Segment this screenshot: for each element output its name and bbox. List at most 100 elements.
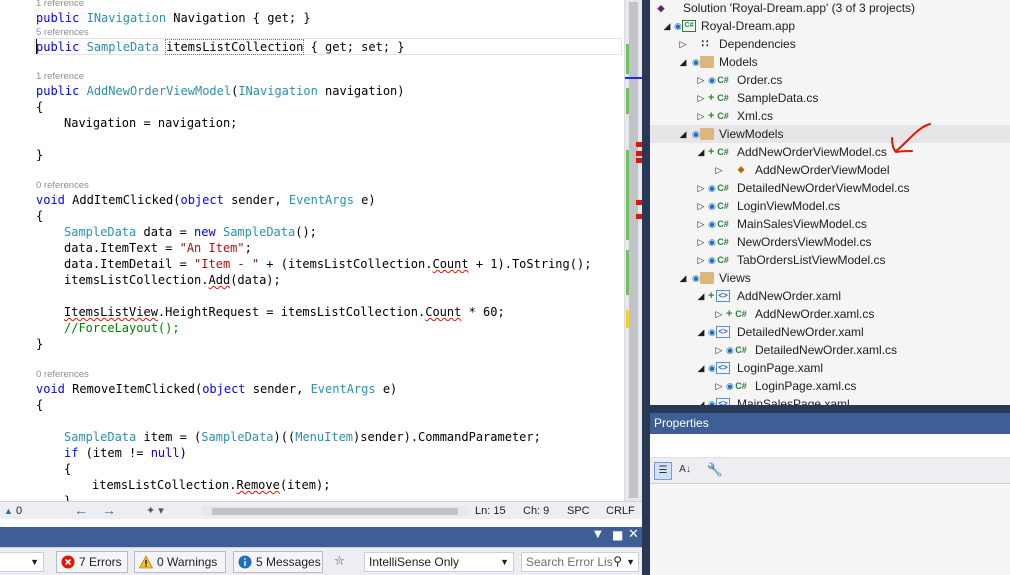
tree-item-file[interactable]: ▷ ◉ C# DetailedNewOrder.xaml.cs [650, 341, 1010, 359]
lock-icon: ◉ [708, 399, 716, 405]
expand-triangle-icon[interactable]: ▷ [696, 71, 706, 89]
annotation-arrow-icon [891, 123, 931, 154]
code-line: public AddNewOrderViewModel(INavigation … [36, 84, 405, 98]
csharp-file-icon: C# [717, 219, 729, 229]
errors-filter-button[interactable]: 7 Errors [56, 551, 128, 573]
codelens-references[interactable]: 0 references [36, 180, 89, 192]
scrollbar-thumb[interactable] [212, 508, 458, 515]
tree-item-file[interactable]: ◢ ◉ <> MainSalesPage.xaml [650, 395, 1010, 405]
brush-icon[interactable]: ✦ ▾ [146, 504, 164, 518]
issues-indicator[interactable]: ▲ 0 [4, 504, 22, 518]
search-error-list-input[interactable]: Search Error Lis ⚲ ▼ [521, 552, 639, 572]
collapse-triangle-icon[interactable]: ◢ [696, 359, 706, 377]
navigate-forward-icon[interactable]: → [102, 503, 116, 518]
tree-item-folder-views[interactable]: ◢ ◉ Views [650, 269, 1010, 287]
collapse-triangle-icon[interactable]: ◢ [696, 143, 706, 161]
tree-item-file[interactable]: ▷ ◉ C# MainSalesViewModel.cs [650, 215, 1010, 233]
expand-triangle-icon[interactable]: ▷ [696, 107, 706, 125]
csharp-project-icon: C# [682, 20, 696, 32]
code-line: { [64, 462, 72, 476]
codelens-references[interactable]: 5 references [36, 27, 89, 39]
codelens-references[interactable]: 1 reference [36, 71, 84, 83]
filter-icon[interactable]: ✮ [334, 554, 345, 569]
editor-horizontal-scrollbar[interactable] [202, 506, 468, 516]
csharp-file-icon: C# [735, 309, 747, 319]
collapse-triangle-icon[interactable]: ◢ [662, 17, 672, 35]
csharp-file-icon: C# [717, 183, 729, 193]
tree-item-file[interactable]: ▷ ◉ C# LoginViewModel.cs [650, 197, 1010, 215]
build-intellisense-dropdown[interactable]: IntelliSense Only ▼ [364, 552, 514, 572]
tree-item-file[interactable]: ▷ ◉ C# Order.cs [650, 71, 1010, 89]
tree-item-folder-viewmodels[interactable]: ◢ ◉ ViewModels [650, 125, 1010, 143]
expand-triangle-icon[interactable]: ▷ [714, 305, 724, 323]
navigate-back-icon[interactable]: ← [74, 503, 88, 518]
tree-item-project[interactable]: ◢ ◉ C# Royal-Dream.app [650, 17, 1010, 35]
collapse-triangle-icon[interactable]: ◢ [696, 287, 706, 305]
expand-triangle-icon[interactable]: ▷ [696, 197, 706, 215]
collapse-triangle-icon[interactable]: ◢ [696, 395, 706, 405]
alphabetical-icon[interactable]: A↓ [676, 462, 694, 480]
messages-filter-button[interactable]: 5 Messages [233, 551, 323, 573]
code-editor[interactable]: 1 reference public INavigation Navigatio… [0, 0, 624, 501]
tree-item-class[interactable]: ▷ ❖ AddNewOrderViewModel [650, 161, 1010, 179]
error-list-title-bar[interactable]: ▼ ■ ✕ [0, 527, 642, 547]
info-icon [238, 555, 252, 569]
tree-item-file[interactable]: ▷ ◉ C# DetailedNewOrderViewModel.cs [650, 179, 1010, 197]
expand-triangle-icon[interactable]: ▷ [696, 251, 706, 269]
change-marker [626, 44, 629, 74]
collapse-triangle-icon[interactable]: ◢ [678, 125, 688, 143]
code-line: } [36, 148, 44, 162]
tree-item-solution[interactable]: ◆ Solution 'Royal-Dream.app' (3 of 3 pro… [650, 0, 1010, 17]
folder-icon [700, 128, 714, 140]
solution-explorer: ◆ Solution 'Royal-Dream.app' (3 of 3 pro… [650, 0, 1010, 405]
collapse-triangle-icon[interactable]: ◢ [678, 269, 688, 287]
solution-icon: ◆ [657, 3, 665, 13]
expand-triangle-icon[interactable]: ▷ [696, 179, 706, 197]
collapse-triangle-icon[interactable]: ◢ [678, 53, 688, 71]
warnings-filter-button[interactable]: 0 Warnings [134, 551, 226, 573]
object-selector[interactable] [650, 434, 1010, 458]
codelens-references[interactable]: 1 reference [36, 0, 84, 10]
dropdown-arrow-icon[interactable]: ▼ [594, 529, 602, 540]
tree-item-file[interactable]: ▷ ◉ C# LoginPage.xaml.cs [650, 377, 1010, 395]
tree-item-folder-models[interactable]: ◢ ◉ Models [650, 53, 1010, 71]
tree-item-file[interactable]: ◢ + C# AddNewOrderViewModel.cs [650, 143, 1010, 161]
tree-item-file[interactable]: ▷ + C# AddNewOrder.xaml.cs [650, 305, 1010, 323]
csharp-file-icon: C# [717, 237, 729, 247]
scope-dropdown[interactable]: ▼ [0, 552, 44, 572]
expand-triangle-icon[interactable]: ▷ [714, 377, 724, 395]
tree-item-file[interactable]: ▷ ◉ C# TabOrdersListViewModel.cs [650, 251, 1010, 269]
editor-vertical-scrollbar[interactable] [624, 0, 643, 501]
expand-triangle-icon[interactable]: ▷ [714, 161, 724, 179]
expand-triangle-icon[interactable]: ▷ [696, 89, 706, 107]
code-line: public SampleData itemsListCollection { … [36, 39, 405, 55]
tree-item-file[interactable]: ▷ ◉ C# NewOrdersViewModel.cs [650, 233, 1010, 251]
categorized-icon[interactable]: ☰ [654, 462, 672, 480]
expand-triangle-icon[interactable]: ▷ [678, 35, 688, 53]
tree-item-file[interactable]: ◢ + <> AddNewOrder.xaml [650, 287, 1010, 305]
xaml-file-icon: <> [716, 398, 730, 405]
pin-icon[interactable]: ■ [612, 528, 623, 542]
lock-icon: ◉ [692, 273, 700, 283]
column-number: Ch: 9 [523, 505, 550, 517]
xaml-file-icon: <> [716, 362, 730, 374]
line-ending[interactable]: CRLF [606, 504, 635, 518]
tree-item-dependencies[interactable]: ▷ ∷ Dependencies [650, 35, 1010, 53]
collapse-triangle-icon[interactable]: ◢ [696, 323, 706, 341]
expand-triangle-icon[interactable]: ▷ [696, 233, 706, 251]
expand-triangle-icon[interactable]: ▷ [714, 341, 724, 359]
codelens-references[interactable]: 0 references [36, 369, 89, 381]
expand-triangle-icon[interactable]: ▷ [696, 215, 706, 233]
code-line: void AddItemClicked(object sender, Event… [36, 193, 376, 207]
tree-item-file[interactable]: ▷ + C# Xml.cs [650, 107, 1010, 125]
lock-icon: ◉ [726, 381, 734, 391]
tree-item-file[interactable]: ◢ ◉ <> DetailedNewOrder.xaml [650, 323, 1010, 341]
change-marker [626, 88, 629, 114]
tree-item-file[interactable]: ▷ + C# SampleData.cs [650, 89, 1010, 107]
whitespace-mode[interactable]: SPC [567, 504, 590, 518]
close-icon[interactable]: ✕ [628, 527, 639, 542]
property-pages-icon[interactable]: 🔧 [706, 462, 724, 480]
tree-item-file[interactable]: ◢ ◉ <> LoginPage.xaml [650, 359, 1010, 377]
properties-title-bar[interactable]: Properties [650, 413, 1010, 434]
code-line: { [36, 100, 44, 114]
